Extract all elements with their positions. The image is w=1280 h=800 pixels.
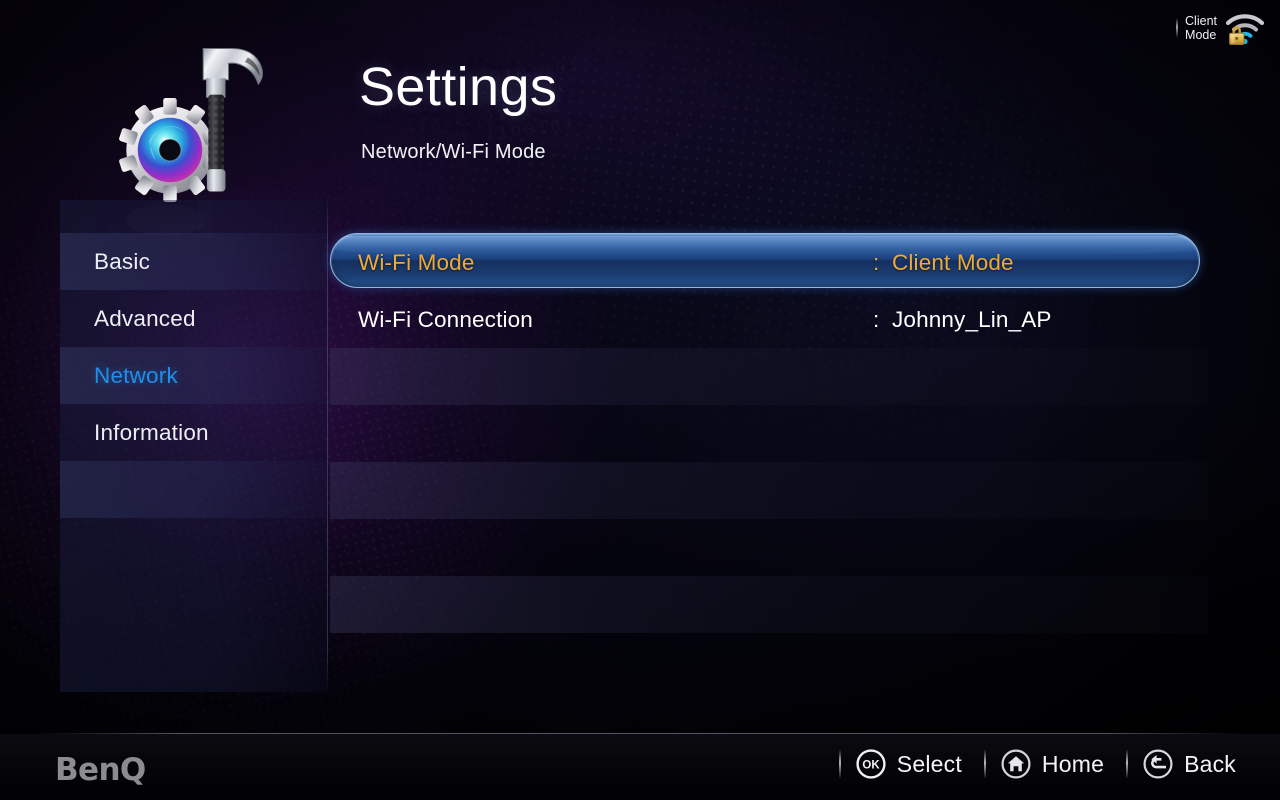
svg-text:OK: OK	[862, 759, 880, 771]
panel-divider	[327, 196, 328, 692]
setting-label: Wi-Fi Connection	[358, 306, 533, 332]
settings-panel: Basic Advanced Network Information Wi-Fi…	[38, 196, 1242, 692]
row-band	[330, 462, 1208, 519]
setting-colon: :	[873, 306, 880, 332]
sidebar-item-network[interactable]: Network	[60, 347, 327, 404]
action-label: Home	[1041, 750, 1105, 777]
home-icon	[1001, 749, 1031, 779]
action-label: Back	[1184, 750, 1236, 777]
sidebar-item-label: Network	[94, 362, 178, 388]
setting-value: Johnny_Lin_AP	[892, 306, 1052, 332]
sidebar-item-information[interactable]: Information	[60, 404, 327, 461]
gear-hammer-settings-icon	[112, 44, 270, 238]
sidebar-menu: Basic Advanced Network Information	[60, 200, 327, 692]
setting-row-empty	[330, 462, 1208, 519]
home-button[interactable]: Home	[986, 748, 1126, 780]
status-mode-label: Client Mode	[1185, 14, 1217, 42]
header: Settings Network/Wi-Fi Mode Client Mode	[0, 0, 1280, 238]
setting-row-wifi-mode[interactable]: Wi-Fi Mode : Client Mode	[330, 233, 1208, 291]
setting-colon: :	[873, 249, 880, 275]
setting-row-wifi-connection[interactable]: Wi-Fi Connection : Johnny_Lin_AP	[330, 291, 1208, 348]
select-button[interactable]: OK Select	[841, 748, 984, 780]
sidebar-item-label: Advanced	[94, 305, 196, 331]
row-band	[330, 576, 1208, 633]
setting-value: Client Mode	[892, 249, 1014, 275]
back-button[interactable]: Back	[1128, 748, 1258, 780]
setting-row-empty	[330, 348, 1208, 405]
status-separator	[1176, 18, 1179, 38]
status-mode-line1: Client	[1185, 14, 1217, 28]
action-label: Select	[896, 750, 962, 777]
status-mode-line2: Mode	[1185, 28, 1217, 42]
projector-osd-screen: 01001100 10110 0101101 1011 0100110 1001…	[0, 0, 1280, 800]
setting-label: Wi-Fi Mode	[358, 249, 475, 275]
sidebar-item-advanced[interactable]: Advanced	[60, 290, 327, 347]
back-arrow-icon	[1143, 749, 1173, 779]
setting-row-empty	[330, 576, 1208, 633]
page-title: Settings	[359, 57, 558, 117]
sidebar-item-label: Basic	[94, 248, 151, 274]
ok-button-icon: OK	[856, 749, 886, 779]
sidebar-empty-row	[60, 461, 327, 518]
benq-logo: BenQ	[55, 752, 146, 788]
row-band	[330, 348, 1208, 405]
breadcrumb-subtitle: Network/Wi-Fi Mode	[361, 141, 546, 163]
sidebar-item-label: Information	[94, 419, 209, 445]
settings-list: Wi-Fi Mode : Client Mode Wi-Fi Connectio…	[330, 200, 1242, 692]
footer-actions: OK Select Home Back	[838, 748, 1258, 780]
hammer-icon	[202, 47, 263, 192]
wifi-secured-icon	[1224, 10, 1266, 46]
status-indicator: Client Mode	[1176, 10, 1266, 46]
sidebar-item-basic[interactable]: Basic	[60, 233, 327, 290]
